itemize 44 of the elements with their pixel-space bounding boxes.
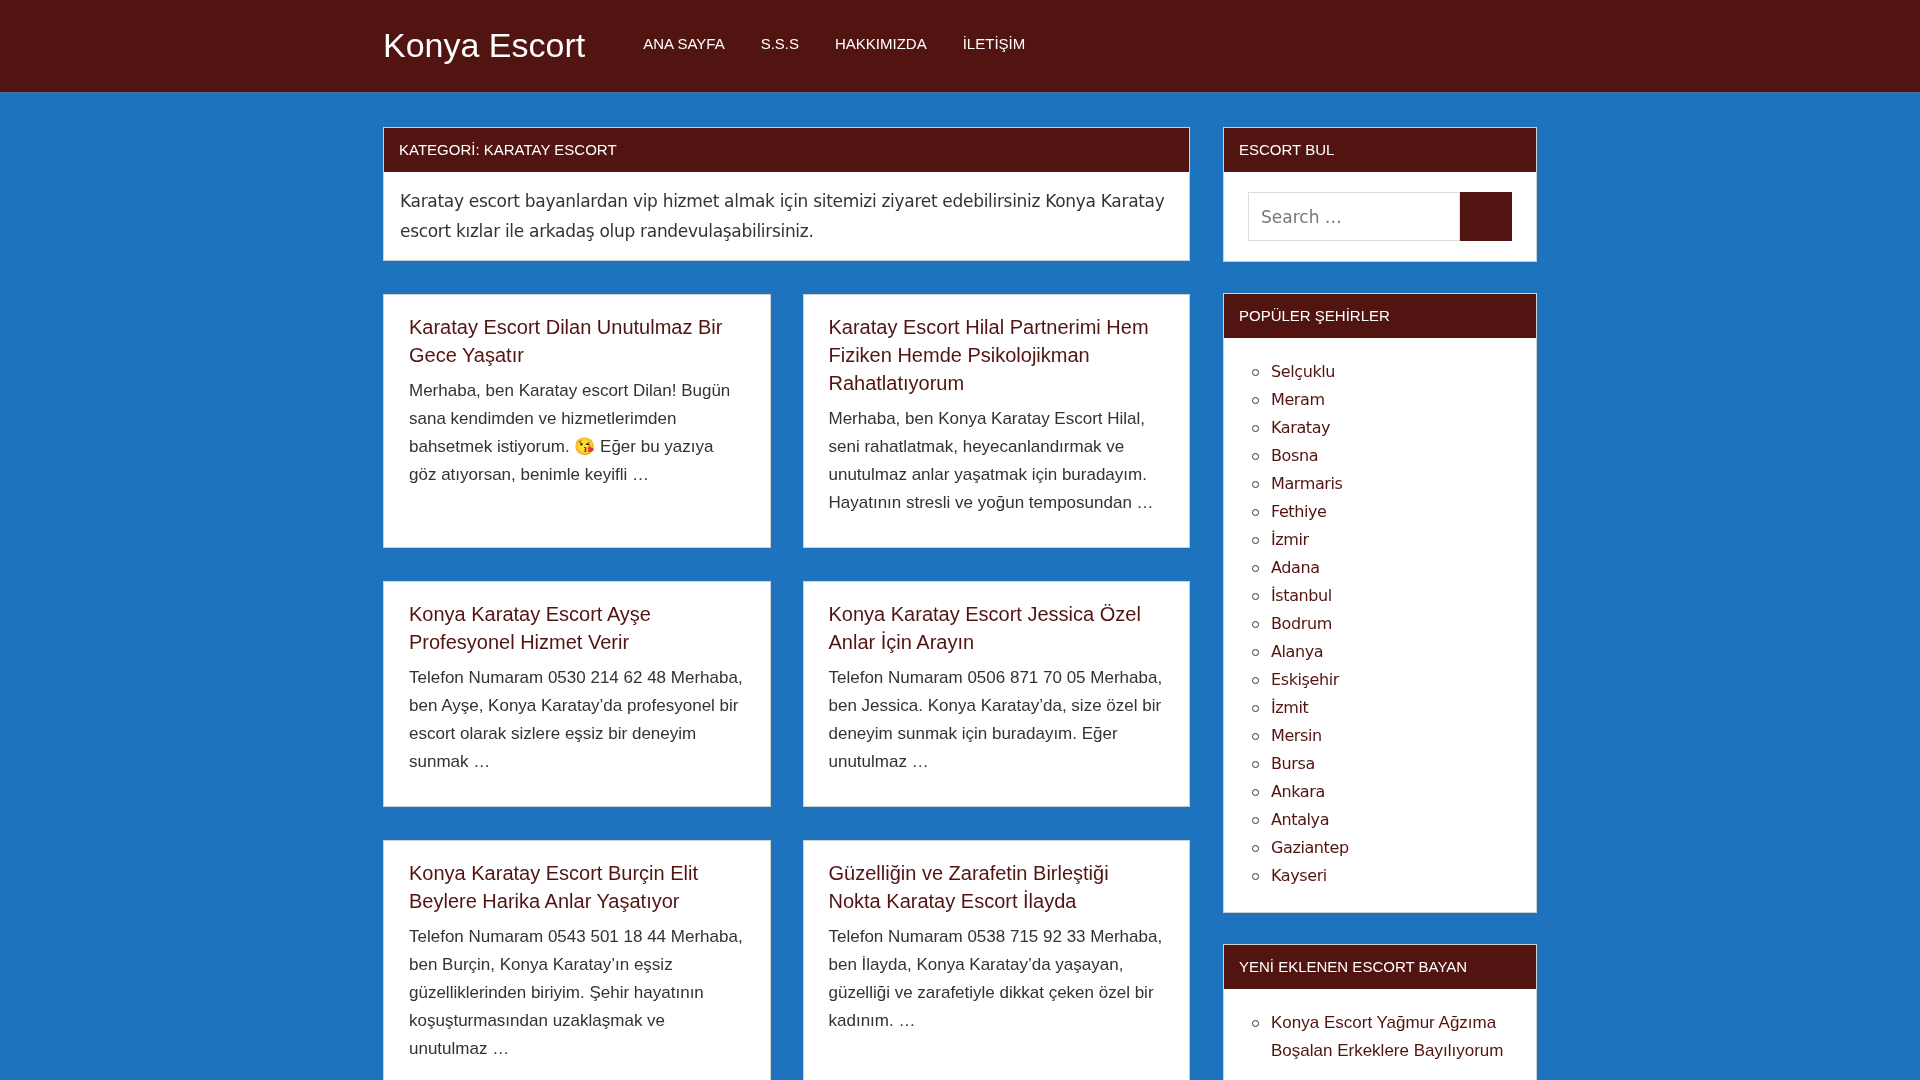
city-link[interactable]: İstanbul	[1271, 584, 1332, 608]
widget-title: POPÜLER ŞEHİRLER	[1224, 294, 1536, 338]
city-link[interactable]: Mersin	[1271, 724, 1322, 748]
post-title[interactable]: Konya Karatay Escort Jessica Özel Anlar İçin Arayın	[828, 600, 1164, 656]
nav-link[interactable]: HAKKIMIZDA	[835, 33, 927, 59]
city-link[interactable]: Bosna	[1271, 444, 1319, 468]
post-title[interactable]: Karatay Escort Hilal Partnerimi Hem Fiziken Hemde Psikolojikman Rahatlatıyorum	[828, 313, 1164, 397]
city-link[interactable]: Gaziantep	[1271, 836, 1349, 860]
post-title[interactable]: Güzelliğin ve Zarafetin Birleştiği Nokta Karatay Escort İlayda	[828, 859, 1164, 915]
city-link[interactable]: Karatay	[1271, 416, 1331, 440]
city-link[interactable]: Ankara	[1271, 780, 1325, 804]
post-excerpt: Telefon Numaram 0538 715 92 33 Merhaba, ben İlayda, Konya Karatay’da yaşayan, güzelliği ve zarafetiyle dikkat çeken özel bir kadınım. …	[828, 926, 1164, 1032]
city-link[interactable]: Eskişehir	[1271, 668, 1339, 692]
nav-link[interactable]: S.S.S	[760, 33, 799, 59]
city-link[interactable]: İzmit	[1271, 696, 1309, 720]
post-excerpt: Merhaba, ben Karatay escort Dilan! Bugün sana kendimden ve hizmetlerimden bahsetmek istiyorum. 😘 Eğer bu yazıya göz atıyorsan, benimle keyifli …	[409, 380, 732, 486]
city-link[interactable]: İzmir	[1271, 528, 1309, 552]
city-link[interactable]: Antalya	[1271, 808, 1330, 832]
site-title[interactable]: Konya Escort	[383, 19, 586, 73]
city-link[interactable]: Meram	[1271, 388, 1325, 412]
nav-link[interactable]: İLETİŞİM	[962, 33, 1026, 59]
widget-title: ESCORT BUL	[1224, 128, 1536, 172]
city-link[interactable]: Alanya	[1271, 640, 1324, 664]
post-excerpt: Telefon Numaram 0543 501 18 44 Merhaba, ben Burçin, Konya Karatay’ın eşsiz güzelliklerinden biriyim. Şehir hayatının koşuşturmasından uzaklaşmak ve unutulmaz …	[409, 926, 744, 1060]
city-link[interactable]: Bursa	[1271, 752, 1315, 776]
city-link[interactable]: Bodrum	[1271, 612, 1332, 636]
category-title: KATEGORİ: KARATAY ESCORT	[384, 128, 1189, 172]
post-title[interactable]: Konya Karatay Escort Ayşe Profesyonel Hizmet Verir	[409, 600, 745, 656]
post-title[interactable]: Karatay Escort Dilan Unutulmaz Bir Gece Yaşatır	[409, 313, 745, 369]
category-description: Karatay escort bayanlardan vip hizmet almak için sitemizi ziyaret edebilirsiniz Konya Karatay escort kızlar ile arkadaş olup randevulaşabilirsiniz.	[399, 190, 1166, 243]
post-excerpt: Merhaba, ben Konya Karatay Escort Hilal, seni rahatlatmak, heyecanlandırmak ve unutulmaz anlar yaşatmak için buradayım. Hayatının stresli ve yoğun temposundan …	[828, 408, 1155, 514]
nav-link[interactable]: ANA SAYFA	[643, 33, 725, 59]
city-link[interactable]: Adana	[1271, 556, 1320, 580]
post-title[interactable]: Konya Karatay Escort Burçin Elit Beylere Harika Anlar Yaşatıyor	[409, 859, 745, 915]
widget-title: YENİ EKLENEN ESCORT BAYAN	[1224, 945, 1536, 989]
search-field[interactable]: Search …	[1248, 192, 1460, 241]
city-link[interactable]: Marmaris	[1271, 472, 1343, 496]
search-button[interactable]	[1460, 192, 1512, 241]
post-excerpt: Telefon Numaram 0506 871 70 05 Merhaba, ben Jessica. Konya Karatay’da, size özel bir deneyim sunmak için buradayım. Eğer unutulmaz …	[828, 667, 1164, 773]
post-excerpt: Telefon Numaram 0530 214 62 48 Merhaba, ben Ayşe, Konya Karatay’da profesyonel bir escort olarak sizlere eşsiz bir deneyim sunmak …	[409, 667, 744, 773]
city-link[interactable]: Kayseri	[1271, 864, 1327, 888]
city-link[interactable]: Fethiye	[1271, 500, 1327, 524]
city-link[interactable]: Selçuklu	[1271, 360, 1336, 384]
post-link[interactable]: Konya Escort Yağmur Ağzıma Boşalan Erkeklere Bayılıyorum	[1271, 1009, 1512, 1065]
